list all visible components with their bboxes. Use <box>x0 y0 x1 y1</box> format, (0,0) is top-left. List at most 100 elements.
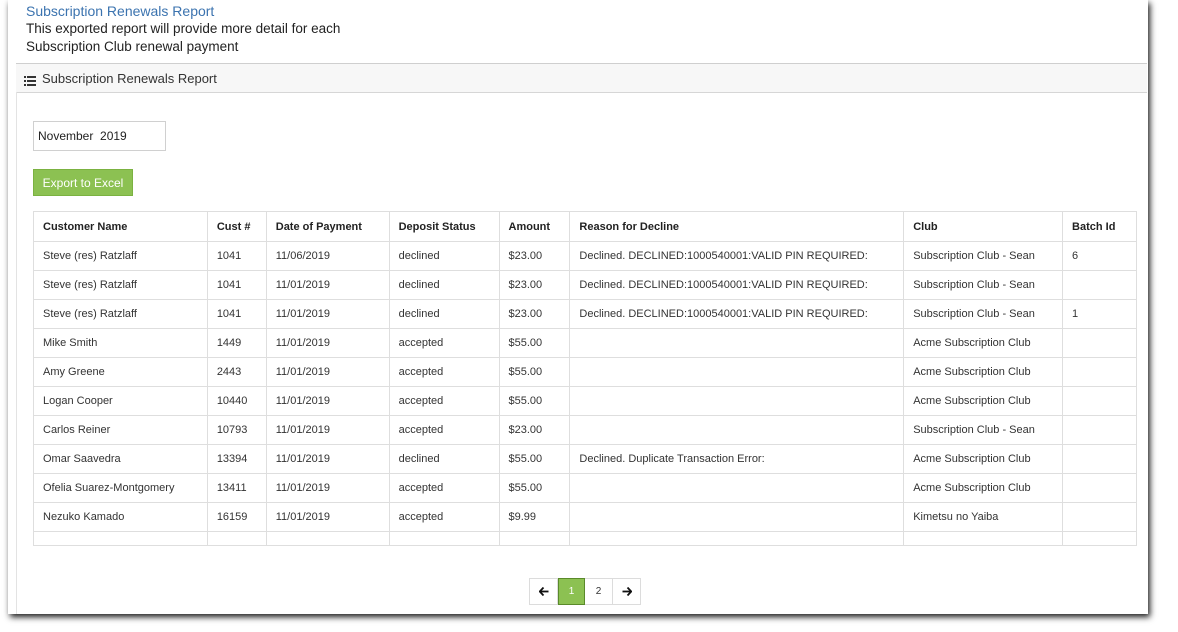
cell-club: Subscription Club - Sean <box>903 241 1064 271</box>
column-header-deposit-status[interactable]: Deposit Status <box>388 211 500 242</box>
arrow-left-icon <box>538 587 548 596</box>
cell-cust-number: 1449 <box>206 328 267 358</box>
cell-batch-id <box>1062 473 1137 503</box>
cell-reason-for-decline <box>569 415 905 445</box>
table-row: Ofelia Suarez-Montgomery 13411 11/01/201… <box>33 473 1137 503</box>
cell-customer-name: Mike Smith <box>33 328 208 358</box>
cell-club: Kimetsu no Yaiba <box>903 502 1064 532</box>
cell-customer-name: Omar Saavedra <box>33 444 208 474</box>
cell-batch-id <box>1062 270 1137 300</box>
cell-amount: $23.00 <box>498 270 571 300</box>
cell-amount: $55.00 <box>498 444 571 474</box>
pagination-page-1[interactable]: 1 <box>558 578 585 605</box>
cell-deposit-status: accepted <box>388 502 500 532</box>
column-header-club[interactable]: Club <box>903 211 1064 242</box>
cell-cust-number: 1041 <box>206 270 267 300</box>
cell-date-of-payment: 11/01/2019 <box>265 270 390 300</box>
column-header-batch-id[interactable]: Batch Id <box>1062 211 1137 242</box>
cell-date-of-payment: 11/01/2019 <box>265 415 390 445</box>
table-row: Logan Cooper 10440 11/01/2019 accepted $… <box>33 386 1137 416</box>
pagination-next-button[interactable] <box>613 579 640 604</box>
table-row: Nezuko Kamado 16159 11/01/2019 accepted … <box>33 502 1137 532</box>
cell-customer-name: Nezuko Kamado <box>33 502 208 532</box>
cell-deposit-status: accepted <box>388 328 500 358</box>
pagination-page-2[interactable]: 2 <box>585 579 613 604</box>
cell-cust-number: 16159 <box>206 502 267 532</box>
cell-amount: $23.00 <box>498 241 571 271</box>
cell-amount: $23.00 <box>498 415 571 445</box>
panel-header: Subscription Renewals Report <box>16 63 1147 93</box>
table-row: Steve (res) Ratzlaff 1041 11/01/2019 dec… <box>33 299 1137 329</box>
panel-title: Subscription Renewals Report <box>42 70 217 86</box>
cell-reason-for-decline: Declined. DECLINED:1000540001:VALID PIN … <box>569 299 905 329</box>
cell-batch-id <box>1062 386 1137 416</box>
cell-reason-for-decline <box>569 473 905 503</box>
cell-club: Acme Subscription Club <box>903 473 1064 503</box>
cell-date-of-payment: 11/01/2019 <box>265 502 390 532</box>
cell-cust-number: 1041 <box>206 241 267 271</box>
cell-amount: $55.00 <box>498 328 571 358</box>
table-row: Omar Saavedra 13394 11/01/2019 declined … <box>33 444 1137 474</box>
cell-customer-name: Amy Greene <box>33 357 208 387</box>
renewals-table: Customer Name Cust # Date of Payment Dep… <box>33 211 1137 546</box>
cell-reason-for-decline: Declined. Duplicate Transaction Error: <box>569 444 905 474</box>
cell-date-of-payment: 11/06/2019 <box>265 241 390 271</box>
column-header-customer-name[interactable]: Customer Name <box>33 211 208 242</box>
table-row: Mike Smith 1449 11/01/2019 accepted $55.… <box>33 328 1137 358</box>
arrow-right-icon <box>622 587 632 596</box>
cell-batch-id <box>1062 357 1137 387</box>
table-empty-row <box>33 531 1137 546</box>
cell-club: Acme Subscription Club <box>903 328 1064 358</box>
table-header-row: Customer Name Cust # Date of Payment Dep… <box>33 211 1137 242</box>
cell-date-of-payment: 11/01/2019 <box>265 444 390 474</box>
cell-date-of-payment: 11/01/2019 <box>265 299 390 329</box>
cell-batch-id: 1 <box>1062 299 1137 329</box>
cell-date-of-payment: 11/01/2019 <box>265 328 390 358</box>
cell-cust-number: 10793 <box>206 415 267 445</box>
cell-deposit-status: declined <box>388 270 500 300</box>
cell-amount: $55.00 <box>498 357 571 387</box>
cell-customer-name: Logan Cooper <box>33 386 208 416</box>
cell-date-of-payment: 11/01/2019 <box>265 357 390 387</box>
column-header-amount[interactable]: Amount <box>498 211 571 242</box>
list-icon <box>24 73 36 86</box>
month-picker-input[interactable] <box>33 121 166 151</box>
column-header-cust-number[interactable]: Cust # <box>206 211 267 242</box>
pagination-prev-button[interactable] <box>530 579 558 604</box>
cell-club: Acme Subscription Club <box>903 357 1064 387</box>
cell-deposit-status: accepted <box>388 386 500 416</box>
table-row: Carlos Reiner 10793 11/01/2019 accepted … <box>33 415 1137 445</box>
report-intro: Subscription Renewals Report This export… <box>26 2 386 56</box>
cell-club: Subscription Club - Sean <box>903 299 1064 329</box>
report-title-link[interactable]: Subscription Renewals Report <box>26 2 386 20</box>
cell-cust-number: 10440 <box>206 386 267 416</box>
cell-amount: $55.00 <box>498 386 571 416</box>
cell-batch-id <box>1062 415 1137 445</box>
cell-date-of-payment: 11/01/2019 <box>265 473 390 503</box>
cell-reason-for-decline <box>569 328 905 358</box>
cell-reason-for-decline: Declined. DECLINED:1000540001:VALID PIN … <box>569 270 905 300</box>
table-row: Steve (res) Ratzlaff 1041 11/06/2019 dec… <box>33 241 1137 271</box>
table-row: Steve (res) Ratzlaff 1041 11/01/2019 dec… <box>33 270 1137 300</box>
report-description: This exported report will provide more d… <box>26 21 341 54</box>
cell-customer-name: Steve (res) Ratzlaff <box>33 270 208 300</box>
cell-cust-number: 2443 <box>206 357 267 387</box>
column-header-date-of-payment[interactable]: Date of Payment <box>265 211 390 242</box>
cell-customer-name: Ofelia Suarez-Montgomery <box>33 473 208 503</box>
cell-customer-name: Steve (res) Ratzlaff <box>33 241 208 271</box>
cell-cust-number: 1041 <box>206 299 267 329</box>
cell-deposit-status: declined <box>388 241 500 271</box>
cell-deposit-status: accepted <box>388 357 500 387</box>
export-to-excel-button[interactable]: Export to Excel <box>33 169 133 196</box>
table-row: Amy Greene 2443 11/01/2019 accepted $55.… <box>33 357 1137 387</box>
cell-cust-number: 13411 <box>206 473 267 503</box>
cell-deposit-status: declined <box>388 299 500 329</box>
cell-amount: $55.00 <box>498 473 571 503</box>
cell-reason-for-decline <box>569 502 905 532</box>
cell-deposit-status: accepted <box>388 473 500 503</box>
cell-reason-for-decline: Declined. DECLINED:1000540001:VALID PIN … <box>569 241 905 271</box>
cell-reason-for-decline <box>569 357 905 387</box>
cell-club: Acme Subscription Club <box>903 386 1064 416</box>
cell-batch-id <box>1062 444 1137 474</box>
column-header-reason-for-decline[interactable]: Reason for Decline <box>569 211 905 242</box>
